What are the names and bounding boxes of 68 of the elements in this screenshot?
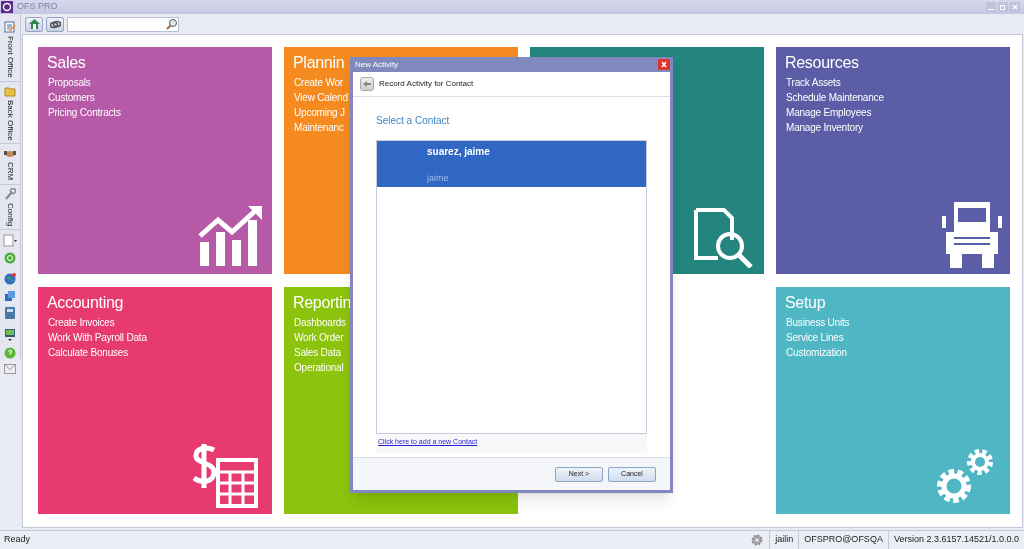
tile-link[interactable]: Schedule Maintenance <box>786 90 884 105</box>
folder-icon <box>4 84 16 97</box>
tile-link[interactable]: Create Wor <box>294 75 343 90</box>
left-arrow-icon <box>363 81 371 87</box>
restore-button[interactable] <box>998 2 1008 12</box>
close-button[interactable] <box>658 59 670 70</box>
tile-title: Setup <box>785 293 826 313</box>
tile-title: Sales <box>47 53 86 73</box>
window-title: OFS PRO <box>17 0 58 14</box>
search-field[interactable] <box>67 16 179 32</box>
bar-chart-icon <box>196 204 264 266</box>
globe-icon[interactable] <box>4 272 16 285</box>
tile-link[interactable]: Customization <box>786 345 847 360</box>
home-icon <box>28 19 40 29</box>
home-button[interactable] <box>25 16 43 32</box>
monitor-icon[interactable] <box>4 327 16 342</box>
back-button[interactable] <box>360 77 374 91</box>
tile-link[interactable]: Operational <box>294 360 344 375</box>
document-search-icon <box>692 206 754 268</box>
status-text: Ready <box>4 533 30 547</box>
tile-link[interactable]: Service Lines <box>786 330 844 345</box>
database-name: OFSPRO@OFSQA <box>798 531 888 549</box>
calculator-icon[interactable] <box>5 306 15 319</box>
tile-link[interactable]: Work Order <box>294 330 344 345</box>
dollar-calculator-icon <box>192 442 258 508</box>
tile-link[interactable]: Track Assets <box>786 75 841 90</box>
app-logo-icon <box>1 1 13 13</box>
notepad-icon <box>4 21 16 33</box>
tile-link[interactable]: Dashboards <box>294 315 346 330</box>
chain-icon <box>49 19 61 29</box>
tile-link[interactable]: Manage Employees <box>786 105 872 120</box>
tile-link[interactable]: Create Invoices <box>48 315 115 330</box>
sidebar-tab[interactable]: Config <box>0 184 20 230</box>
new-document-icon[interactable] <box>3 233 17 247</box>
gear-icon <box>751 534 764 546</box>
tile-link[interactable]: Calculate Bonuses <box>48 345 128 360</box>
tile-link[interactable]: Sales Data <box>294 345 341 360</box>
section-heading: Select a Contact <box>376 114 451 128</box>
tile-link[interactable]: Pricing Contracts <box>48 105 121 120</box>
tile-link[interactable]: Proposals <box>48 75 91 90</box>
search-icon[interactable] <box>166 18 178 30</box>
wrench-icon <box>4 187 16 200</box>
tile-title: Resources <box>785 53 859 73</box>
user-name: jailin <box>769 531 799 549</box>
windows-icon[interactable] <box>4 289 16 302</box>
version-text: Version 2.3.6157.14521/1.0.0.0 <box>887 531 1024 549</box>
tile-link[interactable]: View Calend <box>294 90 348 105</box>
tile-link[interactable]: Maintenanc <box>294 120 344 135</box>
help-icon[interactable] <box>4 346 16 359</box>
contact-row[interactable]: suarez, jaime jaime <box>377 141 646 187</box>
link-button[interactable] <box>46 16 64 32</box>
dialog-header: Record Activity for Contact <box>379 78 474 90</box>
truck-icon <box>942 202 1002 268</box>
sidebar-tab[interactable]: Front Office <box>0 18 20 82</box>
tile-link[interactable]: Customers <box>48 90 95 105</box>
tile-link[interactable]: Upcoming J <box>294 105 345 120</box>
envelope-icon[interactable] <box>4 363 16 374</box>
dialog-title: New Activity <box>355 58 399 71</box>
sidebar-tab[interactable]: CRM <box>0 144 20 185</box>
tile-title: Plannin <box>293 53 345 73</box>
recycle-icon[interactable] <box>4 251 16 264</box>
tile-link[interactable]: Work With Payroll Data <box>48 330 147 345</box>
tile-title: Reportin <box>293 293 352 313</box>
sidebar-tab[interactable]: Back Office <box>0 81 20 145</box>
tile-title: Accounting <box>47 293 124 313</box>
tile-link[interactable]: Manage Inventory <box>786 120 863 135</box>
minimize-button[interactable] <box>986 2 996 12</box>
tile-link[interactable]: Business Units <box>786 315 850 330</box>
